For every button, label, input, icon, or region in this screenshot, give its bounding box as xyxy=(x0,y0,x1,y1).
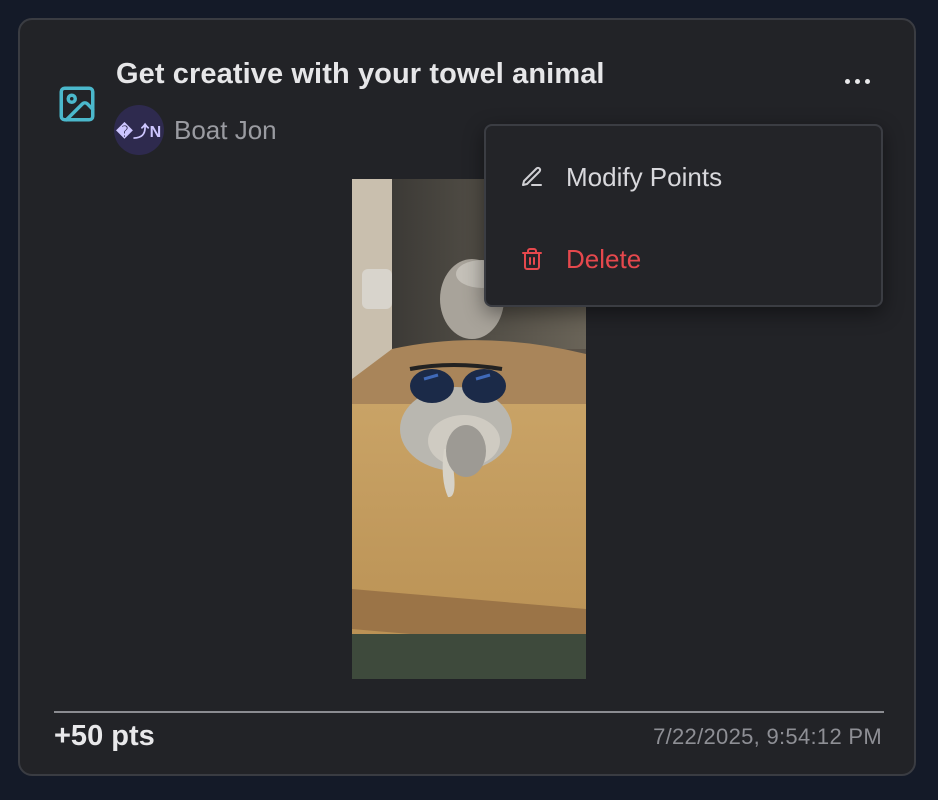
pencil-icon xyxy=(522,166,542,186)
menu-item-modify-points[interactable]: Modify Points xyxy=(486,142,881,212)
menu-item-label: Delete xyxy=(566,243,642,274)
post-options-menu: Modify Points Delete xyxy=(484,124,883,307)
post-author: �⤴N Boat Jon xyxy=(114,105,277,155)
timestamp: 7/22/2025, 9:54:12 PM xyxy=(653,724,882,749)
footer-divider xyxy=(54,711,884,713)
post-title: Get creative with your towel animal xyxy=(116,58,605,90)
more-options-button[interactable] xyxy=(832,66,882,96)
menu-item-label: Modify Points xyxy=(566,161,723,192)
points-label: +50 pts xyxy=(54,720,155,752)
menu-item-delete[interactable]: Delete xyxy=(486,224,881,294)
author-name: Boat Jon xyxy=(174,114,277,145)
trash-icon xyxy=(522,248,542,270)
more-dot xyxy=(854,78,860,84)
avatar: �⤴N xyxy=(114,105,164,155)
more-horizontal-icon xyxy=(844,78,850,84)
image-icon xyxy=(56,83,98,125)
more-dot xyxy=(864,78,870,84)
